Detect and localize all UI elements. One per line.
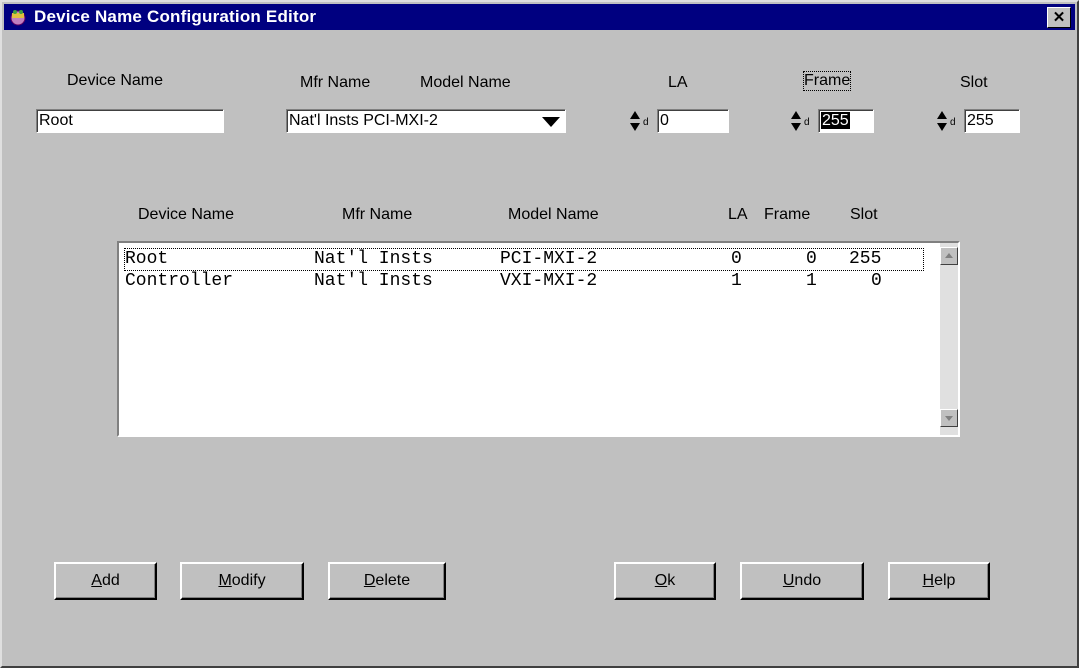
list-header-la: LA	[728, 206, 748, 223]
scroll-up-icon	[945, 253, 953, 258]
list-item-slot: 0	[871, 271, 882, 291]
frame-value: 255	[821, 112, 850, 129]
la-label: LA	[668, 74, 688, 91]
list-item[interactable]: Controller Nat'l Insts VXI-MXI-2 1 1 0	[125, 271, 923, 292]
model-name-label: Model Name	[420, 74, 511, 91]
modify-button[interactable]: Modify	[180, 562, 304, 600]
device-list[interactable]: Root Nat'l Insts PCI-MXI-2 0 0 255 Contr…	[117, 241, 960, 437]
delete-button[interactable]: Delete	[328, 562, 446, 600]
la-input[interactable]: 0	[657, 109, 729, 133]
la-spin-arrows-icon[interactable]	[629, 110, 641, 132]
list-item-mfr: Nat'l Insts	[314, 249, 433, 269]
list-item-slot: 255	[849, 249, 882, 269]
ok-button-mnemonic: O	[654, 572, 668, 589]
scroll-down-button[interactable]	[940, 409, 958, 427]
undo-button-mnemonic: U	[782, 572, 795, 589]
help-button-label: elp	[934, 572, 956, 589]
list-item-la: 0	[731, 249, 742, 269]
undo-button[interactable]: Undo	[740, 562, 864, 600]
slot-label: Slot	[960, 74, 988, 91]
delete-button-mnemonic: D	[363, 572, 376, 589]
list-scrollbar[interactable]	[940, 243, 958, 435]
list-item-device: Controller	[125, 271, 234, 291]
mfr-name-label: Mfr Name	[300, 74, 371, 91]
frame-radix-marker: d	[804, 117, 810, 128]
list-item-device: Root	[125, 249, 169, 269]
undo-button-label: ndo	[794, 572, 822, 589]
list-header-model-name: Model Name	[508, 206, 599, 223]
la-radix-marker: d	[643, 117, 649, 128]
add-button[interactable]: Add	[54, 562, 157, 600]
frame-label: Frame	[802, 71, 852, 91]
mfr-model-select[interactable]: Nat'l Insts PCI-MXI-2	[286, 109, 566, 133]
list-header-mfr-name: Mfr Name	[342, 206, 413, 223]
list-item-frame: 1	[806, 271, 817, 291]
list-item-model: VXI-MXI-2	[500, 271, 598, 291]
slot-spin-arrows-icon[interactable]	[936, 110, 948, 132]
frame-spin-arrows-icon[interactable]	[790, 110, 802, 132]
dialog-window: Device Name Configuration Editor ✕ Devic…	[0, 0, 1079, 668]
modify-button-mnemonic: M	[218, 572, 232, 589]
scroll-up-button[interactable]	[940, 247, 958, 265]
app-icon	[10, 10, 26, 26]
dropdown-arrow-icon[interactable]	[541, 116, 561, 128]
list-item-frame: 0	[806, 249, 817, 269]
close-icon[interactable]: ✕	[1047, 7, 1071, 28]
device-name-input[interactable]: Root	[36, 109, 224, 133]
scroll-down-icon	[945, 416, 953, 421]
device-name-label: Device Name	[67, 72, 164, 89]
list-item-model: PCI-MXI-2	[500, 249, 598, 269]
ok-button-label: k	[667, 572, 676, 589]
help-button-mnemonic: H	[922, 572, 935, 589]
add-button-label: dd	[101, 572, 120, 589]
modify-button-label: odify	[231, 572, 266, 589]
list-header-slot: Slot	[850, 206, 878, 223]
ok-button[interactable]: Ok	[614, 562, 716, 600]
list-header-device-name: Device Name	[138, 206, 235, 223]
slot-input[interactable]: 255	[964, 109, 1020, 133]
list-item-la: 1	[731, 271, 742, 291]
help-button[interactable]: Help	[888, 562, 990, 600]
title-bar[interactable]: Device Name Configuration Editor ✕	[4, 4, 1075, 30]
window-title: Device Name Configuration Editor	[34, 7, 317, 26]
delete-button-label: elete	[375, 572, 411, 589]
slot-radix-marker: d	[950, 117, 956, 128]
list-header-frame: Frame	[764, 206, 811, 223]
list-item[interactable]: Root Nat'l Insts PCI-MXI-2 0 0 255	[124, 248, 924, 271]
frame-input[interactable]: 255	[818, 109, 874, 133]
add-button-mnemonic: A	[91, 572, 102, 589]
list-item-mfr: Nat'l Insts	[314, 271, 433, 291]
mfr-model-value: Nat'l Insts PCI-MXI-2	[289, 112, 438, 129]
